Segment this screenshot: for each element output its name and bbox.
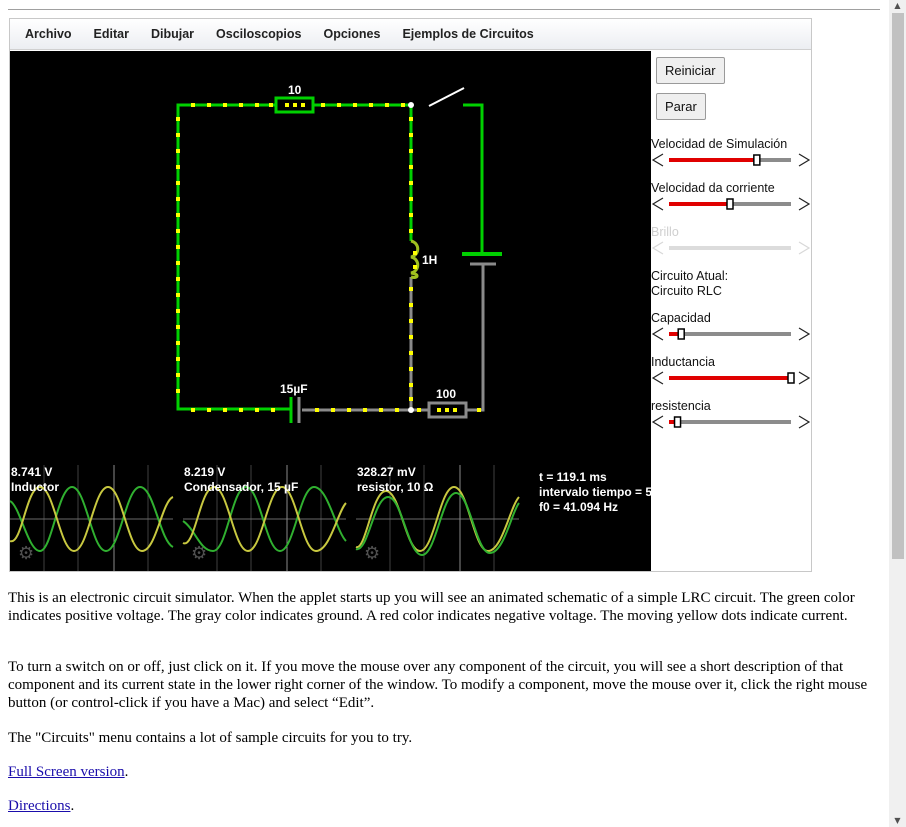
current-circuit-label: Circuito Atual: xyxy=(651,269,729,283)
chevron-left-icon xyxy=(651,371,664,385)
chevron-right-icon xyxy=(798,241,811,255)
current-circuit-name: Circuito RLC xyxy=(651,284,722,298)
instructions-paragraph: To turn a switch on or off, just click o… xyxy=(8,659,868,711)
gear-icon: ⚙ xyxy=(364,543,380,564)
junction-top xyxy=(408,102,414,108)
fullscreen-line: Full Screen version. xyxy=(8,764,129,780)
chevron-left-icon xyxy=(651,327,664,341)
reset-button[interactable]: Reiniciar xyxy=(656,57,725,84)
directions-line: Directions. xyxy=(8,798,75,814)
chevron-right-icon xyxy=(798,153,811,167)
info-freq: f0 = 41.094 Hz xyxy=(539,500,618,514)
info-time: t = 119.1 ms xyxy=(539,470,607,484)
sim-speed-slider[interactable] xyxy=(651,152,811,168)
circuit-simulator-applet: Archivo Editar Dibujar Osciloscopios Opc… xyxy=(9,18,812,572)
chevron-right-icon xyxy=(798,371,811,385)
menu-ejemplos[interactable]: Ejemplos de Circuitos xyxy=(391,27,544,41)
resistance-label: resistencia xyxy=(651,399,711,413)
chevron-left-icon xyxy=(651,241,664,255)
chevron-left-icon xyxy=(651,415,664,429)
scope-3-trace-green xyxy=(355,491,520,557)
slider-knob xyxy=(787,372,795,384)
resistance-slider[interactable] xyxy=(651,414,811,430)
scope-3[interactable]: ⚙ 328.27 mV resistor, 10 Ω xyxy=(355,465,520,571)
menu-opciones[interactable]: Opciones xyxy=(313,27,392,41)
brightness-label: Brillo xyxy=(651,225,679,239)
intro-paragraph: This is an electronic circuit simulator.… xyxy=(8,590,855,624)
chevron-left-icon xyxy=(651,197,664,211)
capacitance-slider[interactable] xyxy=(651,326,811,342)
stop-button[interactable]: Parar xyxy=(656,93,706,120)
scope-2-value: 8.219 V xyxy=(184,465,225,479)
scope-2-name: Condensador, 15 µF xyxy=(184,480,298,494)
circuit-canvas[interactable]: 10 1H 15µF 100 ⚙ 8.741 V Inductor ⚙ 8.21… xyxy=(10,51,651,571)
label-resistor-top: 10 xyxy=(288,83,302,97)
menu-dibujar[interactable]: Dibujar xyxy=(140,27,205,41)
circuit-schematic[interactable]: 10 1H 15µF 100 ⚙ 8.741 V Inductor ⚙ 8.21… xyxy=(10,51,651,571)
label-resistor-bottom: 100 xyxy=(436,387,456,401)
chevron-right-icon xyxy=(798,415,811,429)
label-capacitor: 15µF xyxy=(280,382,308,396)
top-divider xyxy=(8,9,880,10)
circuits-menu-paragraph: The "Circuits" menu contains a lot of sa… xyxy=(8,730,413,746)
sim-speed-label: Velocidad de Simulación xyxy=(651,137,788,151)
chevron-left-icon xyxy=(651,153,664,167)
label-inductor: 1H xyxy=(422,253,437,267)
switch-blade xyxy=(428,87,465,107)
brightness-slider xyxy=(651,241,811,255)
gear-icon: ⚙ xyxy=(18,543,34,564)
scope-2[interactable]: ⚙ 8.219 V Condensador, 15 µF xyxy=(182,465,347,571)
current-speed-slider[interactable] xyxy=(651,196,811,212)
control-panel: Reiniciar Parar Velocidad de Simulación … xyxy=(651,51,811,571)
scope-3-name: resistor, 10 Ω xyxy=(357,480,434,494)
slider-knob xyxy=(753,154,761,166)
scope-1[interactable]: ⚙ 8.741 V Inductor xyxy=(10,465,174,571)
slider-knob xyxy=(677,328,685,340)
scrollbar-thumb[interactable] xyxy=(892,13,904,559)
menu-archivo[interactable]: Archivo xyxy=(14,27,83,41)
slider-knob xyxy=(673,416,682,428)
fullscreen-link[interactable]: Full Screen version xyxy=(8,764,125,780)
wire-left-loop xyxy=(176,103,290,411)
menu-editar[interactable]: Editar xyxy=(83,27,140,41)
scroll-down-arrow-icon[interactable]: ▼ xyxy=(889,815,906,827)
inductance-label: Inductancia xyxy=(651,355,715,369)
chevron-right-icon xyxy=(798,327,811,341)
menu-osciloscopios[interactable]: Osciloscopios xyxy=(205,27,312,41)
wire-ground-right xyxy=(466,264,485,412)
slider-knob xyxy=(726,198,734,210)
scope-3-value: 328.27 mV xyxy=(357,465,416,479)
junction-bottom xyxy=(408,407,414,413)
gear-icon: ⚙ xyxy=(191,543,207,564)
scope-1-name: Inductor xyxy=(11,480,59,494)
directions-link[interactable]: Directions xyxy=(8,798,70,814)
info-interval: intervalo tiempo = 5 µ xyxy=(539,485,651,499)
current-speed-label: Velocidad da corriente xyxy=(651,181,775,195)
chevron-right-icon xyxy=(798,197,811,211)
wire-switch-right xyxy=(463,103,484,254)
inductor-coil xyxy=(410,239,420,279)
scroll-up-arrow-icon[interactable]: ▲ xyxy=(889,0,906,12)
inductance-slider[interactable] xyxy=(651,370,811,386)
capacitance-label: Capacidad xyxy=(651,311,711,325)
menu-bar: Archivo Editar Dibujar Osciloscopios Opc… xyxy=(10,19,811,50)
scope-1-value: 8.741 V xyxy=(11,465,52,479)
